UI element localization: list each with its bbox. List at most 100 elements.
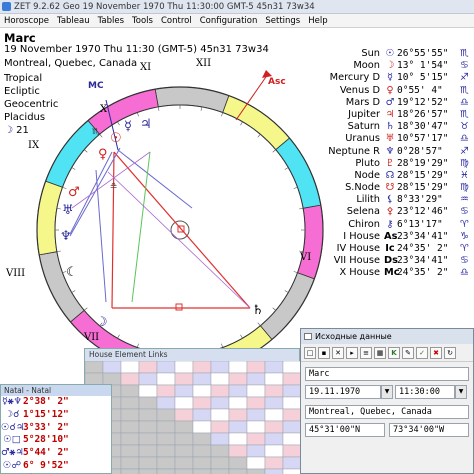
grid-cell xyxy=(282,468,301,474)
planet-name: Neptune R xyxy=(328,145,380,157)
planet-position: 26°55'55" xyxy=(397,48,449,59)
planet-row[interactable]: Mars D ♂ 19°12'52" ♎ xyxy=(322,97,474,109)
refresh-icon[interactable]: ↻ xyxy=(444,346,456,359)
planet-position: 28°15'29" xyxy=(397,182,449,194)
name-field[interactable]: Marc xyxy=(305,367,469,381)
planet-name: Saturn xyxy=(347,121,380,133)
grid-cell xyxy=(174,444,194,458)
menu-tables[interactable]: Tables xyxy=(94,16,128,26)
natal-window-title: Natal - Natal xyxy=(1,385,111,396)
natal-aspect-row[interactable]: ☉☍ 6° 9'52" xyxy=(1,460,111,473)
date-dropdown-icon[interactable]: ▼ xyxy=(381,385,393,399)
natal-aspect-row[interactable]: ☉□ 5°28'10" xyxy=(1,434,111,447)
grid-cell xyxy=(264,372,284,386)
planet-row[interactable]: VII House Ds 23°34'41" ♋ xyxy=(322,255,474,267)
grid-cell xyxy=(156,468,176,474)
menu-settings[interactable]: Settings xyxy=(261,16,304,26)
planet-row[interactable]: Saturn ♄ 18°30'47" ♉ xyxy=(322,121,474,133)
tools-icon[interactable]: ✎ xyxy=(402,346,414,359)
window-title: ZET 9.2.62 Geo 19 November 1970 Thu 11:3… xyxy=(14,1,315,12)
grid-cell xyxy=(228,432,248,446)
grid-cell xyxy=(120,408,140,422)
planet-row[interactable]: Sun ☉ 26°55'55" ♏ xyxy=(322,48,474,60)
planet-glyph-icon: ☊ xyxy=(385,169,395,181)
menu-tools[interactable]: Tools xyxy=(128,16,157,26)
planet-position: 0°55' 4" xyxy=(397,84,443,96)
date-field[interactable]: 19.11.1970 xyxy=(305,385,381,399)
input-data-window[interactable]: Исходные данные □ ▪ ✕ ▸ ≡ ▦ K ✎ ✓ ✖ ↻ Ma… xyxy=(300,328,474,474)
planet-row[interactable]: Venus D ♀ 0°55' 4" ♏ xyxy=(322,85,474,97)
natal-aspects-window[interactable]: Natal - Natal ☿⚹♆ 2°38' 2" ☽☌ 1°15'12" ☉☌♃… xyxy=(0,384,112,474)
longitude-field[interactable]: 73°34'00"W xyxy=(389,423,469,437)
grid-cell xyxy=(210,384,230,398)
time-field[interactable]: 11:30:00 xyxy=(395,385,455,399)
planet-row[interactable]: Jupiter ♃ 18°26'57" ♏ xyxy=(322,109,474,121)
zodiac-sign-icon: ♎ xyxy=(460,96,469,108)
planet-glyph-icon: ☉ xyxy=(385,48,395,59)
grid-cell xyxy=(246,384,266,398)
zodiac-sign-icon: ♏ xyxy=(460,108,469,120)
moon-wheel-icon: ☾ xyxy=(66,265,78,280)
location-field[interactable]: Montreal, Quebec, Canada xyxy=(305,405,469,419)
house-xii-label: XII xyxy=(196,58,211,69)
grid-cell xyxy=(228,408,248,422)
app-icon xyxy=(2,2,11,11)
house-links-grid[interactable] xyxy=(85,361,301,474)
grid-cell xyxy=(192,384,212,398)
planet-position: 23°34'41" xyxy=(397,255,449,267)
keyboard-icon[interactable]: K xyxy=(388,346,400,359)
planet-row[interactable]: I House As 23°34'41" ♑ xyxy=(322,231,474,243)
planet-row[interactable]: Mercury D ☿ 10° 5'15" ♐ xyxy=(322,72,474,84)
planet-row[interactable]: S.Node ☋ 28°15'29" ♍ xyxy=(322,182,474,194)
planet-glyph-icon: ♂ xyxy=(385,96,395,108)
planet-row[interactable]: Pluto ♇ 28°19'29" ♍ xyxy=(322,158,474,170)
planet-row[interactable]: Node ☊ 28°15'29" ♓ xyxy=(322,170,474,182)
save-icon[interactable]: ▪ xyxy=(318,346,330,359)
menu-tableau[interactable]: Tableau xyxy=(53,16,94,26)
planet-row[interactable]: Lilith ⚸ 8°33'29" ♒ xyxy=(322,194,474,206)
planet-row[interactable]: IV House Ic 24°35' 2" ♈ xyxy=(322,243,474,255)
planet-name: I House xyxy=(343,230,380,242)
planet-name: Selena xyxy=(346,206,380,218)
aspect-orb: 6° 9'52" xyxy=(23,459,69,471)
natal-aspect-row[interactable]: ☉☌♃ 3°33' 2" xyxy=(1,422,111,435)
latitude-field[interactable]: 45°31'00"N xyxy=(305,423,385,437)
house-element-links-window[interactable]: House Element Links xyxy=(84,348,301,474)
planet-row[interactable]: Chiron ⚷ 6°13'17" ♈ xyxy=(322,219,474,231)
planet-name: VII House xyxy=(333,255,380,267)
planet-name: Moon xyxy=(353,60,380,72)
planet-row[interactable]: Uranus ♅ 10°57'17" ♎ xyxy=(322,133,474,145)
list-icon[interactable]: ≡ xyxy=(360,346,372,359)
natal-aspect-row[interactable]: ☿⚹♆ 2°38' 2" xyxy=(1,396,111,409)
grid-cell xyxy=(228,361,248,374)
calendar-icon[interactable]: ▦ xyxy=(374,346,386,359)
time-dropdown-icon[interactable]: ▼ xyxy=(455,385,467,399)
planet-row[interactable]: Selena ⚴ 23°12'46" ♋ xyxy=(322,206,474,218)
planet-row[interactable]: X House Mc 24°35' 2" ♎ xyxy=(322,267,474,279)
menu-help[interactable]: Help xyxy=(304,16,331,26)
grid-cell xyxy=(282,456,301,470)
grid-cell xyxy=(210,396,230,410)
check-icon[interactable]: ✓ xyxy=(416,346,428,359)
grid-cell xyxy=(120,432,140,446)
planet-position: 23°12'46" xyxy=(397,206,449,218)
clear-icon[interactable]: ✕ xyxy=(332,346,344,359)
planet-name: IV House xyxy=(336,243,380,254)
planet-row[interactable]: Moon ☽ 13° 1'54" ♋ xyxy=(322,60,474,72)
natal-aspect-row[interactable]: ♂⚹♃ 5°44' 2" xyxy=(1,447,111,460)
new-icon[interactable]: □ xyxy=(304,346,316,359)
natal-aspect-row[interactable]: ☽☌ 1°15'12" xyxy=(1,409,111,422)
grid-cell xyxy=(264,444,284,458)
planet-glyph-icon: ☿ xyxy=(386,72,393,84)
planet-row[interactable]: Neptune R ♆ 0°28'57" ♐ xyxy=(322,146,474,158)
delete-icon[interactable]: ✖ xyxy=(430,346,442,359)
input-toolbar: □ ▪ ✕ ▸ ≡ ▦ K ✎ ✓ ✖ ↻ xyxy=(301,344,473,362)
aspect-glyph-icon: ☉☍ xyxy=(2,459,22,471)
planet-glyph-icon: Ds xyxy=(384,255,398,267)
menu-horoscope[interactable]: Horoscope xyxy=(0,16,53,26)
menu-control[interactable]: Control xyxy=(157,16,196,26)
open-icon[interactable]: ▸ xyxy=(346,346,358,359)
grid-cell xyxy=(102,361,122,374)
grid-cell xyxy=(282,444,301,458)
menu-configuration[interactable]: Configuration xyxy=(196,16,262,26)
